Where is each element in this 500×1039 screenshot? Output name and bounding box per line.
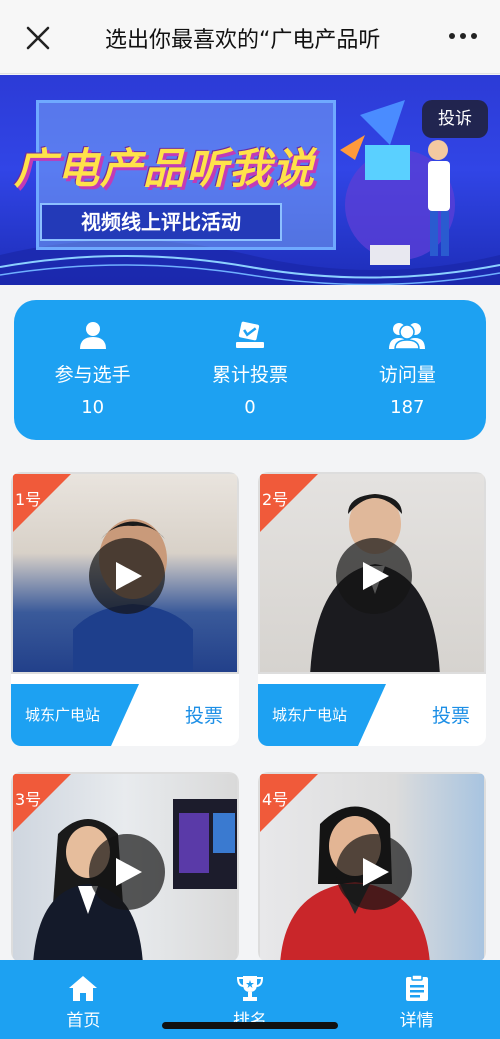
stat-label: 参与选手 [54, 364, 131, 386]
play-icon [116, 858, 142, 886]
top-nav-bar: 选出你最喜欢的“广电产品听 [0, 0, 500, 74]
card-footer: 城东广电站 投票 [258, 684, 486, 746]
contestant-video-thumbnail[interactable]: 2号 [258, 472, 486, 674]
home-indicator [162, 1022, 338, 1029]
contestant-card[interactable]: 1号 城东广电站 投票 [11, 472, 239, 746]
stat-label: 访问量 [378, 364, 436, 386]
tab-label: 首页 [66, 1011, 101, 1031]
banner-headline: 广电产品听我说 [14, 144, 316, 193]
page-title: 选出你最喜欢的“广电产品听 [105, 28, 381, 53]
tv-screen-background [173, 799, 237, 889]
play-button[interactable] [89, 538, 165, 614]
contestant-card[interactable]: 2号 城东广电站 投票 [258, 472, 486, 746]
stat-visits: 访问量 187 [329, 300, 486, 440]
station-tag: 城东广电站 [11, 684, 139, 746]
contestant-video-thumbnail[interactable]: 4号 [258, 772, 486, 962]
tab-details[interactable]: 详情 [333, 960, 500, 1039]
stat-total-votes: 累计投票 0 [171, 300, 328, 440]
play-button[interactable] [336, 834, 412, 910]
clipboard-icon [405, 974, 428, 1001]
contestant-video-thumbnail[interactable]: 3号 [11, 772, 239, 962]
contestant-number: 1号 [15, 490, 42, 509]
contestant-card[interactable]: 3号 [11, 772, 239, 962]
play-icon [116, 562, 142, 590]
vote-button[interactable]: 投票 [432, 701, 470, 728]
banner-subtitle: 视频线上评比活动 [40, 203, 282, 241]
stats-card: 参与选手 10 累计投票 0 访问量 187 [14, 300, 486, 440]
stat-value: 10 [81, 397, 105, 418]
stat-value: 0 [244, 397, 256, 418]
tab-home[interactable]: 首页 [0, 960, 167, 1039]
play-icon [363, 562, 389, 590]
ballot-icon [235, 321, 264, 348]
play-button[interactable] [336, 538, 412, 614]
stat-label: 累计投票 [211, 364, 288, 386]
station-name: 城东广电站 [272, 706, 348, 724]
close-icon[interactable] [22, 22, 54, 54]
stat-participants: 参与选手 10 [14, 300, 171, 440]
home-icon [69, 976, 98, 1001]
group-icon [389, 323, 426, 350]
stat-value: 187 [390, 397, 425, 418]
trophy-icon [236, 976, 264, 1001]
contestant-number: 4号 [262, 790, 289, 809]
station-name: 城东广电站 [25, 706, 101, 724]
person-icon [79, 322, 106, 349]
report-button[interactable]: 投诉 [422, 100, 488, 138]
contestant-video-thumbnail[interactable]: 1号 [11, 472, 239, 674]
contestant-number: 3号 [15, 790, 42, 809]
more-options-icon[interactable] [448, 24, 478, 48]
vote-button[interactable]: 投票 [185, 701, 223, 728]
contestant-card[interactable]: 4号 [258, 772, 486, 962]
play-icon [363, 858, 389, 886]
tab-label: 详情 [399, 1011, 434, 1031]
play-button[interactable] [89, 834, 165, 910]
contestant-number: 2号 [262, 490, 289, 509]
station-tag: 城东广电站 [258, 684, 386, 746]
card-footer: 城东广电站 投票 [11, 684, 239, 746]
